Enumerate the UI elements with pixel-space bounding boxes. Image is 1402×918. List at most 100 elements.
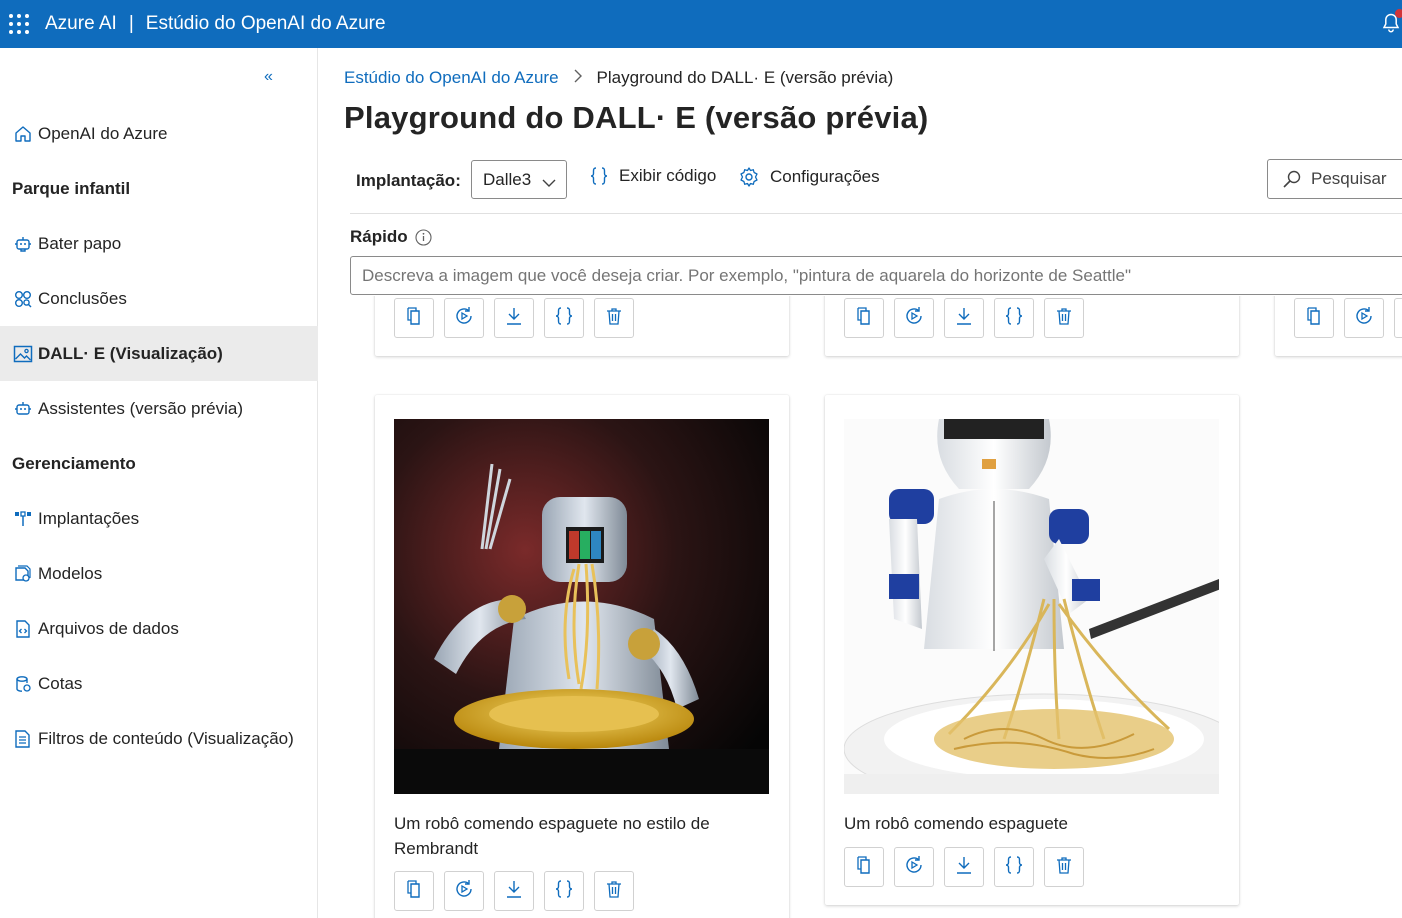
image-caption: Um robô comendo espaguete — [844, 814, 1068, 833]
copy-button[interactable] — [844, 847, 884, 887]
regenerate-icon — [453, 305, 475, 332]
regenerate-icon — [453, 878, 475, 905]
toolbar-divider — [350, 213, 1402, 214]
view-json-button[interactable] — [994, 847, 1034, 887]
regenerate-button[interactable] — [444, 298, 484, 338]
delete-icon — [604, 306, 624, 331]
completions-icon — [12, 288, 34, 310]
chat-bot-icon — [12, 233, 34, 255]
download-button[interactable] — [944, 847, 984, 887]
regenerate-button[interactable] — [894, 298, 934, 338]
copy-button[interactable] — [1294, 298, 1334, 338]
gear-icon — [738, 166, 760, 188]
image-card — [375, 296, 789, 356]
prompt-input[interactable] — [350, 256, 1402, 295]
sidebar-section-playground: Parque infantil — [12, 179, 131, 198]
card-actions — [394, 298, 644, 338]
copy-icon — [404, 306, 424, 331]
delete-button[interactable] — [1044, 847, 1084, 887]
card-actions — [844, 847, 1094, 887]
copy-icon — [854, 855, 874, 880]
sidebar-item-dalle[interactable]: DALL· E (Visualização) — [0, 326, 318, 381]
sidebar-item-content-filters[interactable]: Filtros de conteúdo (Visualização) — [0, 711, 318, 766]
regenerate-button[interactable] — [444, 871, 484, 911]
generated-image-plain[interactable] — [844, 419, 1219, 794]
card-actions — [1294, 298, 1402, 338]
code-braces-icon — [589, 166, 609, 186]
download-icon — [954, 306, 974, 331]
deployment-label: Implantação: — [356, 171, 461, 190]
delete-button[interactable] — [1044, 298, 1084, 338]
copy-icon — [404, 879, 424, 904]
view-code-label: Exibir código — [619, 166, 717, 185]
sidebar-item-data-files[interactable]: Arquivos de dados — [0, 601, 318, 656]
search-input[interactable]: Pesquisar — [1267, 159, 1402, 199]
copy-icon — [1304, 306, 1324, 331]
assistant-icon — [12, 398, 34, 420]
collapse-sidebar-icon[interactable]: « — [264, 68, 273, 86]
page-title: Playground do DALL· E (versão prévia) — [344, 100, 929, 135]
download-button[interactable] — [1394, 298, 1402, 338]
json-icon — [1004, 855, 1024, 880]
sidebar-item-assistants[interactable]: Assistentes (versão prévia) — [0, 381, 318, 436]
regenerate-button[interactable] — [1344, 298, 1384, 338]
delete-icon — [604, 879, 624, 904]
sidebar-item-label: OpenAI do Azure — [38, 123, 168, 143]
notifications-bell-icon[interactable] — [1382, 9, 1402, 33]
search-icon — [1282, 169, 1302, 189]
regenerate-icon — [903, 854, 925, 881]
card-actions — [394, 871, 644, 911]
delete-button[interactable] — [594, 298, 634, 338]
sidebar-item-quotas[interactable]: Cotas — [0, 656, 318, 711]
image-caption: Um robô comendo espaguete no estilo de R… — [394, 814, 710, 858]
deployment-select[interactable]: Dalle3 — [471, 160, 567, 199]
quotas-icon — [12, 673, 34, 695]
search-placeholder: Pesquisar — [1311, 169, 1387, 188]
sidebar-item-label: Bater papo — [38, 233, 122, 253]
download-icon — [954, 855, 974, 880]
generated-image-rembrandt[interactable] — [394, 419, 769, 794]
settings-label: Configurações — [770, 167, 880, 186]
sidebar-item-models[interactable]: Modelos — [0, 546, 318, 601]
view-json-button[interactable] — [994, 298, 1034, 338]
chevron-down-icon — [542, 173, 556, 193]
view-json-button[interactable] — [544, 871, 584, 911]
breadcrumb-current: Playground do DALL· E (versão prévia) — [596, 68, 894, 87]
info-icon[interactable] — [415, 228, 432, 246]
image-gallery: Um robô comendo espaguete no estilo de R… — [318, 296, 1402, 918]
notification-badge — [1395, 9, 1402, 18]
prompt-label-text: Rápido — [350, 227, 408, 246]
settings-button[interactable]: Configurações — [738, 166, 880, 188]
json-icon — [554, 879, 574, 904]
download-button[interactable] — [494, 871, 534, 911]
download-button[interactable] — [944, 298, 984, 338]
home-icon — [12, 123, 34, 145]
product-name[interactable]: Estúdio do OpenAI do Azure — [146, 13, 386, 35]
delete-icon — [1054, 855, 1074, 880]
sidebar-section-management: Gerenciamento — [12, 454, 136, 473]
brand-name[interactable]: Azure AI — [45, 13, 117, 35]
sidebar-item-openai[interactable]: OpenAI do Azure — [0, 106, 318, 161]
sidebar-item-chat[interactable]: Bater papo — [0, 216, 318, 271]
sidebar-item-deployments[interactable]: Implantações — [0, 491, 318, 546]
delete-icon — [1054, 306, 1074, 331]
copy-button[interactable] — [394, 871, 434, 911]
download-icon — [504, 306, 524, 331]
copy-button[interactable] — [844, 298, 884, 338]
copy-button[interactable] — [394, 298, 434, 338]
regenerate-button[interactable] — [894, 847, 934, 887]
deployment-select-value: Dalle3 — [483, 169, 532, 189]
image-card-rembrandt: Um robô comendo espaguete no estilo de R… — [375, 395, 789, 918]
regenerate-icon — [1353, 305, 1375, 332]
image-card-plain: Um robô comendo espaguete — [825, 395, 1239, 905]
breadcrumb-parent-link[interactable]: Estúdio do OpenAI do Azure — [344, 68, 559, 88]
sidebar-item-label: Modelos — [38, 563, 103, 583]
image-card — [825, 296, 1239, 356]
prompt-label: Rápido — [350, 227, 432, 247]
sidebar-item-completions[interactable]: Conclusões — [0, 271, 318, 326]
delete-button[interactable] — [594, 871, 634, 911]
view-json-button[interactable] — [544, 298, 584, 338]
download-button[interactable] — [494, 298, 534, 338]
app-launcher-icon[interactable] — [9, 14, 29, 34]
view-code-button[interactable]: Exibir código — [589, 166, 716, 186]
